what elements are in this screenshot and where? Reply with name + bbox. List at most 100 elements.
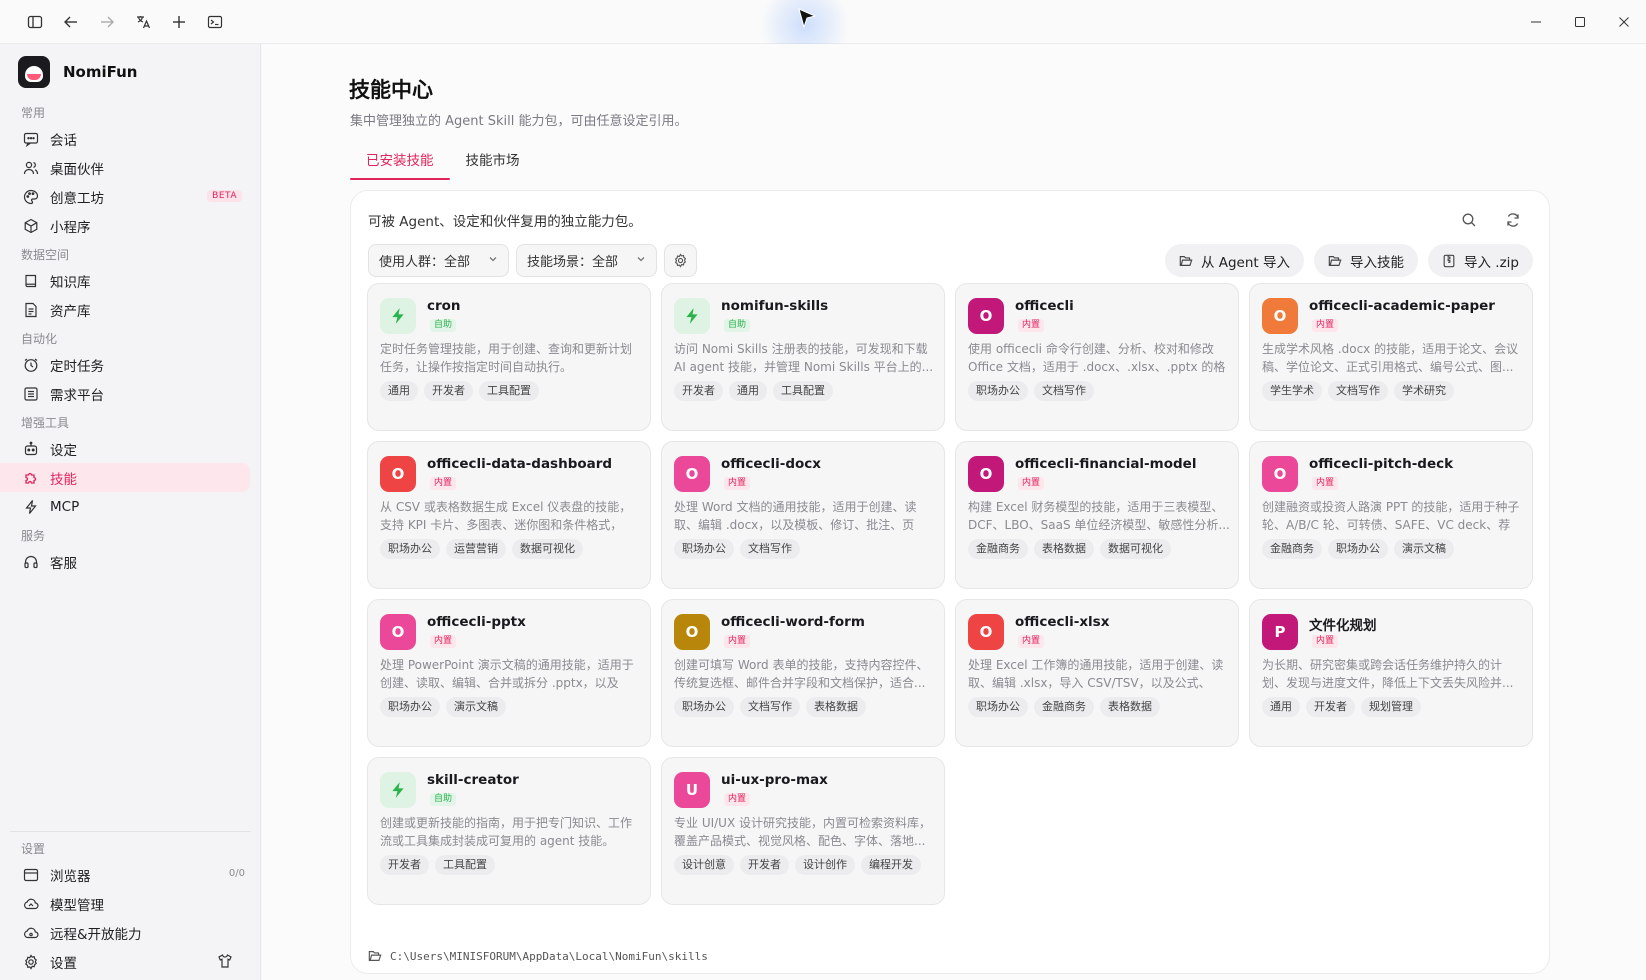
sidebar-item-model-management[interactable]: 模型管理 [0, 889, 251, 918]
skill-tag-chip: 数据可视化 [512, 539, 583, 559]
skill-description: 专业 UI/UX 设计研究技能，内置可检索资料库，覆盖产品模式、视觉风格、配色、… [674, 816, 931, 848]
skill-tag-chip: 文档写作 [740, 697, 800, 717]
skill-tag-chip: 开发者 [424, 381, 473, 401]
skill-card[interactable]: Oofficecli-data-dashboard 内置从 CSV 或表格数据生成… [367, 441, 651, 589]
skill-source-badge: 自助 [724, 319, 751, 332]
skill-source-badge: 内置 [1018, 319, 1045, 332]
search-icon[interactable] [1451, 205, 1487, 235]
terminal-icon[interactable] [197, 7, 233, 37]
skill-avatar: O [1262, 298, 1298, 334]
skill-card[interactable]: Uui-ux-pro-max 内置 专业 UI/UX 设计研究技能，内置可检索资料库… [661, 757, 945, 905]
forward-arrow-icon[interactable] [89, 7, 125, 37]
sidebar-item-knowledge-base[interactable]: 知识库 [0, 266, 250, 295]
sidebar-item-skills[interactable]: 技能 [0, 463, 250, 492]
skill-avatar: O [674, 456, 710, 492]
back-arrow-icon[interactable] [53, 7, 89, 37]
translate-icon[interactable] [125, 7, 161, 37]
sidebar-item-mcp[interactable]: MCP [0, 492, 250, 521]
skill-tag-chip: 文档写作 [1034, 381, 1094, 401]
skill-card[interactable]: Oofficecli-xlsx 内置 处理 Excel 工作簿的通用技能，适用于创建… [955, 599, 1239, 747]
sidebar-item-desktop-partner[interactable]: 桌面伙伴 [0, 153, 250, 182]
skill-card[interactable]: Oofficecli-financial-model 内置 构建 Excel 财务模… [955, 441, 1239, 589]
skill-name: officecli-financial-model [1015, 456, 1197, 472]
sidebar-item-persona[interactable]: 设定 [0, 434, 250, 463]
skill-card[interactable]: Oofficecli-pptx 内置 处理 PowerPoint 演示文稿的通用技能… [367, 599, 651, 747]
sidebar-item-chat[interactable]: 会话 [0, 124, 250, 153]
skill-tag-chip: 职场办公 [1328, 539, 1388, 559]
sidebar-item-label: 浏览器 [50, 868, 91, 885]
scene-select[interactable]: 技能场景：全部 [516, 244, 658, 277]
skill-name: officecli-pptx [427, 614, 526, 630]
new-tab-plus-icon[interactable] [161, 7, 197, 37]
skill-name: ui-ux-pro-max [721, 772, 828, 788]
skill-tag-chip: 职场办公 [968, 381, 1028, 401]
import-skill-button[interactable]: 导入技能 [1314, 244, 1418, 277]
close-icon[interactable] [1602, 0, 1646, 44]
sidebar-item-browser[interactable]: 浏览器 0/0 [0, 860, 251, 889]
audience-select[interactable]: 使用人群：全部 [368, 244, 510, 277]
skill-avatar: O [968, 456, 1004, 492]
skill-card[interactable]: P 文件化规划 内置 为长期、研究密集或跨会话任务维护持久的计划、发现与进度文件，降低… [1249, 599, 1533, 747]
skill-tag-chip: 工具配置 [435, 855, 495, 875]
sidebar-toggle-icon[interactable] [17, 7, 53, 37]
skill-tag-chip: 开发者 [380, 855, 429, 875]
sidebar-item-miniapp[interactable]: 小程序 [0, 211, 250, 240]
minimize-icon[interactable] [1514, 0, 1558, 44]
skill-card[interactable]: Oofficecli-academic-paper 内置 生成学术风格 .docx … [1249, 283, 1533, 431]
skill-tag-list: 职场办公 金融商务 表格数据 [968, 697, 1160, 717]
action-row: 从 Agent 导入 导入技能 导入 .zip [1164, 244, 1533, 277]
skill-card[interactable]: skill-creator 自助 创建或更新技能的指南，用于把专门知识、工作流或工具… [367, 757, 651, 905]
skill-tag-chip: 表格数据 [1100, 697, 1160, 717]
skill-card[interactable]: Oofficecli-pitch-deck 内置 创建融资或投资人路演 PPT 的技… [1249, 441, 1533, 589]
theme-shirt-icon[interactable] [217, 953, 233, 973]
zip-archive-icon [1442, 254, 1456, 268]
browser-icon [22, 866, 40, 884]
skill-card[interactable]: Oofficecli-docx 内置 处理 Word 文档的通用技能，适用于创建、读… [661, 441, 945, 589]
skill-card[interactable]: Oofficecli 内置 使用 officecli 命令行创建、分析、校对和修改 … [955, 283, 1239, 431]
archive-icon [22, 301, 40, 319]
skill-source-badge: 内置 [430, 477, 457, 490]
import-from-agent-button[interactable]: 从 Agent 导入 [1164, 244, 1304, 277]
section-title-data-space: 数据空间 [21, 248, 70, 262]
tab-installed-skills[interactable]: 已安装技能 [350, 150, 450, 180]
skill-avatar: O [968, 614, 1004, 650]
skill-source-badge: 自助 [430, 793, 457, 806]
sidebar-item-label: MCP [50, 498, 80, 515]
sidebar: NomiFun 常用 会话 桌面伙伴 创意工坊 BETA 小程序 数据空间 知识… [0, 44, 261, 980]
brand[interactable]: NomiFun [0, 46, 260, 98]
skill-tag-chip: 演示文稿 [1394, 539, 1454, 559]
page-title: 技能中心 [349, 78, 433, 102]
skill-card[interactable]: nomifun-skills 自助 访问 Nomi Skills 注册表的技能，可发… [661, 283, 945, 431]
sidebar-item-support[interactable]: 客服 [0, 547, 250, 576]
sidebar-item-remote-open[interactable]: 远程&开放能力 [0, 918, 251, 947]
maximize-icon[interactable] [1558, 0, 1602, 44]
import-zip-button[interactable]: 导入 .zip [1428, 244, 1533, 277]
skill-card[interactable]: Oofficecli-word-form 内置 创建可填写 Word 表单的技能，支… [661, 599, 945, 747]
skill-tag-chip: 工具配置 [479, 381, 539, 401]
sidebar-item-asset-library[interactable]: 资产库 [0, 295, 250, 324]
app-logo-icon [18, 56, 50, 88]
skill-tag-list: 职场办公 演示文稿 [380, 697, 506, 717]
sidebar-item-demand-platform[interactable]: 需求平台 [0, 379, 250, 408]
skill-source-badge: 内置 [724, 477, 751, 490]
refresh-icon[interactable] [1495, 205, 1531, 235]
sidebar-item-settings[interactable]: 设置 [0, 947, 251, 976]
skill-source-badge: 内置 [724, 793, 751, 806]
main-content: 技能中心 集中管理独立的 Agent Skill 能力包，可由任意设定引用。 已… [262, 44, 1646, 980]
filter-settings-gear-icon[interactable] [664, 244, 698, 277]
sidebar-item-workshop[interactable]: 创意工坊 BETA [0, 182, 250, 211]
skill-tag-chip: 通用 [380, 381, 418, 401]
skill-tag-chip: 职场办公 [380, 697, 440, 717]
skill-source-badge: 内置 [1018, 635, 1045, 648]
clock-icon [22, 356, 40, 374]
skill-source-badge: 内置 [724, 635, 751, 648]
sidebar-item-scheduled-tasks[interactable]: 定时任务 [0, 350, 250, 379]
chat-icon [22, 130, 40, 148]
tab-skill-market[interactable]: 技能市场 [450, 150, 536, 180]
skill-name: officecli-xlsx [1015, 614, 1110, 630]
headset-icon [22, 553, 40, 571]
sidebar-item-label: 技能 [50, 471, 77, 488]
skill-description: 访问 Nomi Skills 注册表的技能，可发现和下载 AI agent 技能… [674, 342, 934, 374]
palette-icon [22, 188, 40, 206]
skill-card[interactable]: cron 自助 定时任务管理技能，用于创建、查询和更新计划任务，让操作按指定时间自动… [367, 283, 651, 431]
